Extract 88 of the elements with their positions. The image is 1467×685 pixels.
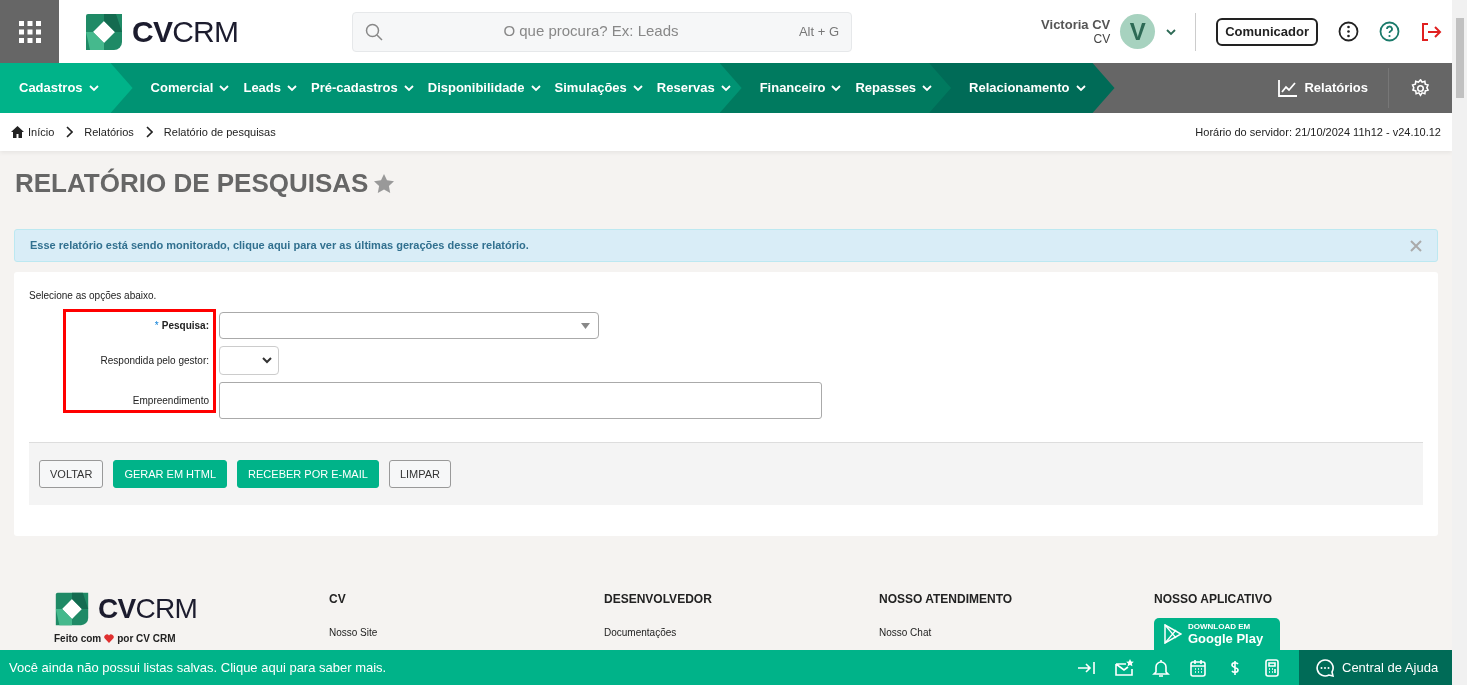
search-field[interactable]: O que procura? Ex: Leads Alt + G [352,11,852,52]
user-name: Victoria CV [1041,16,1111,32]
shortcut-hint: Alt + G [798,22,839,41]
footer-heading: DESENVOLVEDOR [604,591,713,608]
footer-link[interactable]: Documentações [604,625,879,640]
saved-lists-link[interactable]: Você ainda não possui listas salvas. Clique aqui para saber mais. [0,657,387,678]
reports-link[interactable]: Relatórios [1278,78,1388,98]
favorite-star-icon[interactable] [374,173,395,193]
required-asterisk: * [154,319,159,333]
chat-icon [1316,658,1334,677]
tagline-text: Feito com [54,632,102,646]
chevron-icon [1074,82,1087,94]
field-label: Pesquisa: [161,319,209,333]
chevron-icon [262,357,272,364]
nav-menu-item[interactable]: Financeiro [759,78,843,98]
logo-icon [54,591,90,627]
chevron-icon [402,82,415,94]
nav-menu-item[interactable]: Relacionamento [969,78,1087,98]
nav-menu-item[interactable]: Pré-cadastros [311,78,415,98]
search-icon [365,22,383,41]
calendar-icon[interactable] [1188,657,1208,678]
settings-icon[interactable] [1411,78,1430,98]
mail-star-icon[interactable] [1114,657,1134,678]
home-icon [11,126,24,138]
badge-caption: DOWNLOAD EM [1188,623,1252,631]
communicator-button[interactable]: Comunicador [1216,17,1318,46]
scrollbar[interactable] [1452,0,1467,685]
nav-menu-item[interactable]: Reservas [656,78,732,98]
breadcrumb-separator-icon [144,126,153,138]
google-play-badge[interactable]: DOWNLOAD EM Google Play [1154,618,1280,650]
breadcrumb-link[interactable]: Início [28,123,55,141]
logout-icon[interactable] [1420,21,1442,42]
footer-link[interactable]: Nosso Site [329,625,604,640]
footer-heading: NOSSO ATENDIMENTO [879,591,1014,608]
action-button[interactable]: VOLTAR [39,460,104,488]
scrollbar-thumb[interactable] [1455,18,1464,98]
dropdown-arrow-icon [581,322,590,329]
badge-title: Google Play [1188,632,1264,645]
chevron-icon [529,82,542,94]
chevron-icon [631,82,644,94]
server-time: Horário do servidor: 21/10/2024 11h12 - v24.10.12 [1195,124,1441,140]
form-instructions: Selecione as opções abaixo. [29,289,158,303]
calculator-icon[interactable] [1262,657,1282,678]
help-icon[interactable] [1379,21,1400,42]
heart-icon [104,634,115,643]
breadcrumb-link[interactable]: Relatórios [84,123,134,141]
chevron-icon [719,82,732,94]
development-field[interactable] [219,382,822,419]
chevron-icon [921,82,934,94]
footer-link[interactable]: Nosso Chat [879,625,1154,640]
logo-text: CVCRM [132,14,239,50]
nav-menu-item[interactable]: Repasses [855,78,934,98]
close-icon[interactable] [1410,239,1422,252]
breadcrumb-link[interactable]: Relatório de pesquisas [163,123,276,141]
field-label: Empreendimento [132,394,209,408]
nav-menu-item[interactable]: Simulações [554,78,644,98]
nav-menu-item[interactable]: Leads [243,78,299,98]
footer-heading: NOSSO APLICATIVO [1154,591,1273,608]
user-role: CV [1093,31,1111,47]
grid-icon [17,19,42,44]
survey-select[interactable] [219,312,599,339]
tagline-text: por CV CRM [117,632,176,646]
search-input[interactable]: O que procura? Ex: Leads [383,20,799,43]
chevron-icon [830,82,843,94]
action-button[interactable]: GERAR EM HTML [113,460,228,488]
nav-menu-item[interactable]: Disponibilidade [427,78,542,98]
help-center-button[interactable]: Central de Ajuda [1299,650,1452,685]
chevron-icon [286,82,299,94]
action-button[interactable]: RECEBER POR E-MAIL [237,460,379,488]
action-button[interactable]: LIMPAR [388,460,452,488]
chevron-icon [87,82,100,94]
footer-heading: CV [329,591,347,608]
bell-icon[interactable] [1151,657,1171,678]
monitoring-link[interactable]: Esse relatório está sendo monitorado, clique aqui para ver as últimas gerações desse relatório. [30,237,529,254]
answered-select[interactable] [219,346,279,375]
apps-menu-button[interactable] [0,0,59,63]
page-title: RELATÓRIO DE PESQUISAS [15,166,369,200]
line-chart-icon [1278,79,1299,97]
more-options-icon[interactable] [1338,21,1359,42]
footer-logo-text: CVCRM [98,592,198,626]
logo-icon [84,11,124,52]
nav-menu-item[interactable]: Cadastros [19,78,100,98]
chevron-icon [218,82,231,94]
play-icon [1164,624,1182,644]
breadcrumb-separator-icon [65,126,74,138]
nav-menu-item[interactable]: Comercial [150,78,231,98]
field-label: Respondida pelo gestor: [100,354,209,368]
user-avatar[interactable]: V [1120,14,1156,49]
